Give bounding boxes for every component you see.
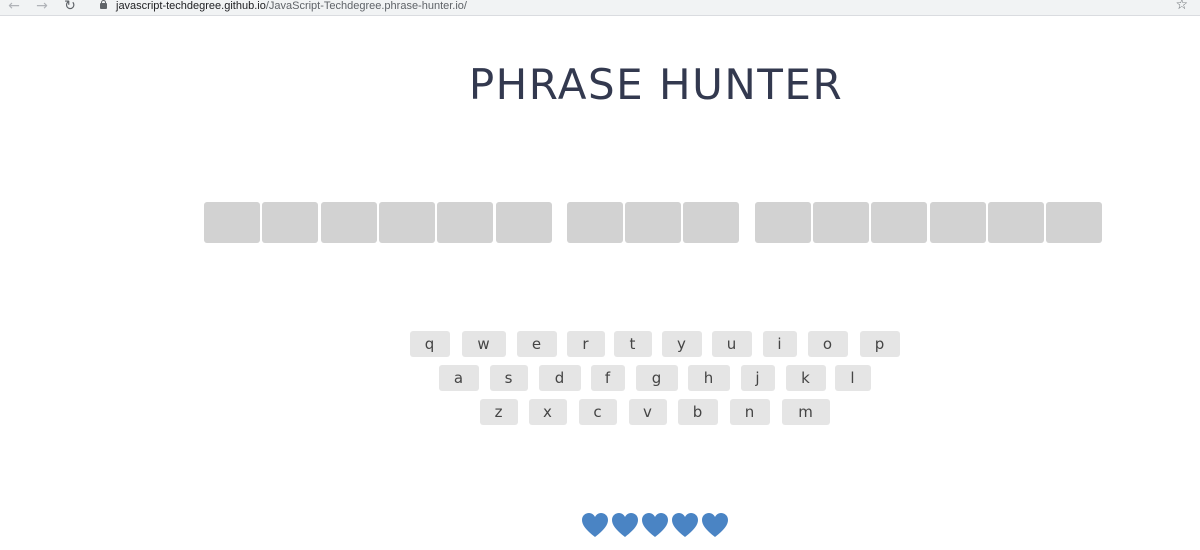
key-p[interactable]: p bbox=[860, 331, 900, 357]
phrase-letter-box bbox=[988, 202, 1044, 243]
phrase-letter-box bbox=[204, 202, 260, 243]
heart-icon bbox=[642, 513, 668, 537]
phrase-letter-box bbox=[567, 202, 623, 243]
phrase-letter-box bbox=[683, 202, 739, 243]
lock-icon[interactable] bbox=[100, 0, 107, 9]
heart-icon bbox=[702, 513, 728, 537]
key-u[interactable]: u bbox=[712, 331, 752, 357]
key-v[interactable]: v bbox=[629, 399, 667, 425]
star-icon[interactable]: ☆ bbox=[1175, 0, 1188, 13]
key-x[interactable]: x bbox=[529, 399, 567, 425]
heart-icon bbox=[672, 513, 698, 537]
key-g[interactable]: g bbox=[636, 365, 678, 391]
key-f[interactable]: f bbox=[591, 365, 625, 391]
browser-toolbar: ← → ↻ javascript-techdegree.github.io/Ja… bbox=[0, 0, 1200, 16]
arrow-right-icon[interactable]: → bbox=[34, 0, 50, 13]
key-d[interactable]: d bbox=[539, 365, 581, 391]
key-k[interactable]: k bbox=[786, 365, 826, 391]
key-y[interactable]: y bbox=[662, 331, 702, 357]
key-b[interactable]: b bbox=[678, 399, 718, 425]
phrase-letter-box bbox=[437, 202, 493, 243]
key-l[interactable]: l bbox=[835, 365, 871, 391]
key-z[interactable]: z bbox=[480, 399, 518, 425]
key-r[interactable]: r bbox=[567, 331, 605, 357]
phrase-letter-box bbox=[625, 202, 681, 243]
phrase-letter-box bbox=[321, 202, 377, 243]
heart-icon bbox=[612, 513, 638, 537]
heart-icon bbox=[582, 513, 608, 537]
url-path: /JavaScript-Techdegree.phrase-hunter.io/ bbox=[265, 0, 467, 12]
phrase-letter-box bbox=[871, 202, 927, 243]
reload-icon[interactable]: ↻ bbox=[62, 0, 78, 13]
phrase-letter-box bbox=[379, 202, 435, 243]
phrase-letter-box bbox=[262, 202, 318, 243]
phrase-letter-box bbox=[930, 202, 986, 243]
key-o[interactable]: o bbox=[808, 331, 848, 357]
address-bar[interactable]: javascript-techdegree.github.io/JavaScri… bbox=[90, 0, 1160, 14]
phrase-letter-box bbox=[813, 202, 869, 243]
arrow-left-icon[interactable]: ← bbox=[6, 0, 22, 13]
phrase-letter-box bbox=[755, 202, 811, 243]
key-m[interactable]: m bbox=[782, 399, 830, 425]
key-i[interactable]: i bbox=[763, 331, 797, 357]
key-n[interactable]: n bbox=[730, 399, 770, 425]
key-e[interactable]: e bbox=[517, 331, 557, 357]
key-j[interactable]: j bbox=[741, 365, 775, 391]
url-host: javascript-techdegree.github.io bbox=[116, 0, 266, 12]
phrase-letter-box bbox=[496, 202, 552, 243]
key-s[interactable]: s bbox=[490, 365, 528, 391]
phrase-letter-box bbox=[1046, 202, 1102, 243]
key-a[interactable]: a bbox=[439, 365, 479, 391]
key-t[interactable]: t bbox=[614, 331, 652, 357]
key-c[interactable]: c bbox=[579, 399, 617, 425]
page-title: PHRASE HUNTER bbox=[468, 60, 844, 109]
key-h[interactable]: h bbox=[688, 365, 730, 391]
key-w[interactable]: w bbox=[462, 331, 506, 357]
key-q[interactable]: q bbox=[410, 331, 450, 357]
url-text: javascript-techdegree.github.io/JavaScri… bbox=[116, 0, 467, 13]
